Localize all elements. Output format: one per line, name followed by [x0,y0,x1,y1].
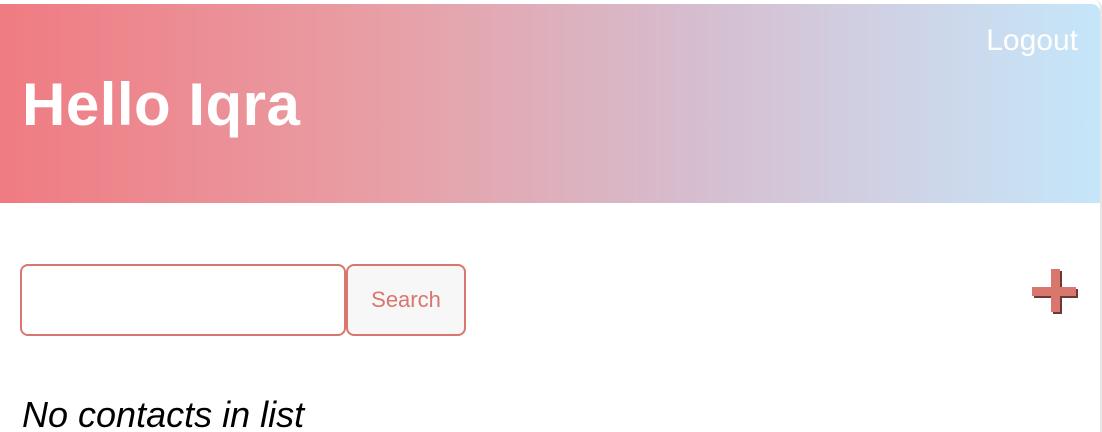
search-button[interactable]: Search [346,264,466,336]
page-title: Hello Iqra [22,71,301,138]
app-window: Logout Hello Iqra Search No contacts in … [0,0,1102,432]
logout-link[interactable]: Logout [986,24,1078,58]
header-banner: Logout Hello Iqra [0,4,1100,203]
empty-contacts-message: No contacts in list [22,394,305,432]
search-input[interactable] [20,264,346,336]
plus-icon[interactable] [1032,268,1080,316]
